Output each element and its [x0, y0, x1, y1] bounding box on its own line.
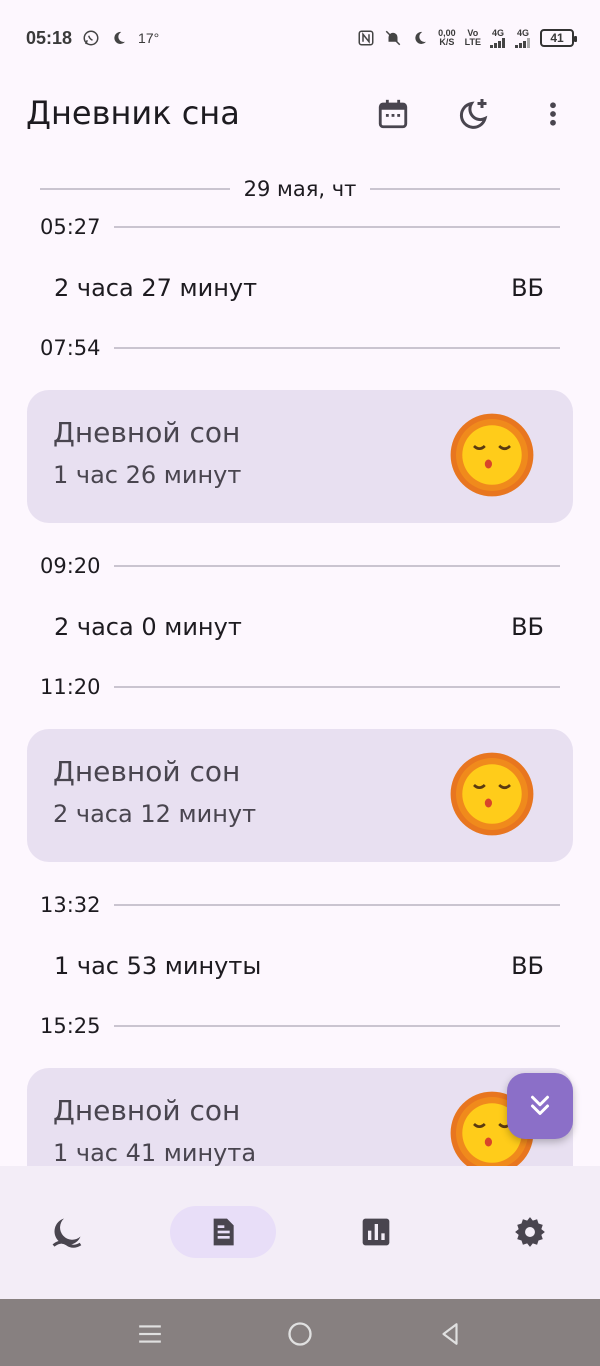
wake-duration: 1 час 53 минуты: [54, 952, 262, 980]
wake-tag: ВБ: [511, 274, 544, 302]
date-label: 29 мая, чт: [243, 177, 357, 201]
sleep-card[interactable]: Дневной сон 1 час 41 минута: [27, 1068, 573, 1166]
dnd-moon-icon: [415, 31, 427, 44]
sleep-card[interactable]: Дневной сон 1 час 26 минут: [27, 390, 573, 523]
nav-diary[interactable]: [170, 1206, 276, 1258]
wake-tag: ВБ: [511, 952, 544, 980]
battery-indicator: 41: [540, 29, 577, 47]
sleep-timeline[interactable]: 29 мая, чт 05:27 2 часа 27 минут ВБ 07:5…: [0, 152, 600, 1166]
nav-stats[interactable]: [323, 1206, 429, 1258]
time-marker: 15:25: [40, 1011, 560, 1041]
net-speed: 0,00 K/S: [438, 28, 456, 47]
status-bar: 05:18 17° 0,00 K/S Vo LTE 4G 4G 41: [0, 0, 600, 76]
more-options-button[interactable]: [533, 94, 573, 134]
sleep-card[interactable]: Дневной сон 2 часа 12 минут: [27, 729, 573, 862]
sleeping-sun-icon: [450, 752, 534, 836]
page-title: Дневник сна: [26, 94, 240, 132]
signal-bars-icon: [490, 37, 505, 48]
double-chevron-down-icon: [531, 1095, 549, 1115]
back-button[interactable]: [433, 1317, 467, 1351]
date-separator: 29 мая, чт: [40, 174, 561, 204]
whatsapp-icon: [83, 30, 99, 46]
wake-period[interactable]: 2 часа 0 минут ВБ: [26, 597, 572, 657]
wake-period[interactable]: 1 час 53 минуты ВБ: [26, 936, 572, 996]
calendar-icon: [378, 99, 408, 129]
time-marker: 05:27: [40, 212, 560, 242]
mute-bell-icon: [385, 30, 401, 46]
back-triangle-icon: [442, 1323, 458, 1345]
calendar-button[interactable]: [373, 94, 413, 134]
time-marker: 13:32: [40, 890, 560, 920]
add-sleep-button[interactable]: [453, 94, 493, 134]
status-time: 05:18: [26, 27, 73, 48]
home-circle-icon: [288, 1322, 312, 1346]
sleep-moon-icon: [52, 1218, 82, 1248]
app-bar: Дневник сна: [0, 76, 600, 152]
status-temperature: 17°: [138, 30, 160, 46]
wake-duration: 2 часа 27 минут: [54, 274, 258, 302]
sleeping-sun-icon: [450, 413, 534, 497]
more-vert-icon: [550, 102, 556, 126]
time-marker: 07:54: [40, 333, 560, 363]
stats-icon: [362, 1218, 390, 1246]
signal-2: 4G: [515, 28, 531, 48]
system-navigation-bar: [0, 1299, 600, 1366]
signal-1: 4G: [490, 28, 506, 48]
moon-plus-icon: [459, 99, 488, 129]
wake-period[interactable]: 2 часа 27 минут ВБ: [26, 258, 572, 318]
nfc-icon: [358, 30, 374, 46]
signal-bars-icon: [515, 37, 530, 48]
time-marker: 11:20: [40, 672, 560, 702]
wake-tag: ВБ: [511, 613, 544, 641]
nav-settings[interactable]: [477, 1206, 583, 1258]
diary-icon: [213, 1218, 234, 1246]
scroll-down-button[interactable]: [507, 1073, 573, 1139]
menu-lines-icon: [139, 1325, 161, 1343]
moon-icon: [114, 31, 126, 44]
time-marker: 09:20: [40, 551, 560, 581]
volte-indicator: Vo LTE: [464, 28, 481, 47]
settings-icon: [515, 1217, 545, 1247]
bottom-navigation: [0, 1166, 600, 1299]
wake-duration: 2 часа 0 минут: [54, 613, 242, 641]
home-button[interactable]: [283, 1317, 317, 1351]
recents-button[interactable]: [133, 1317, 167, 1351]
nav-sleep[interactable]: [14, 1206, 120, 1258]
